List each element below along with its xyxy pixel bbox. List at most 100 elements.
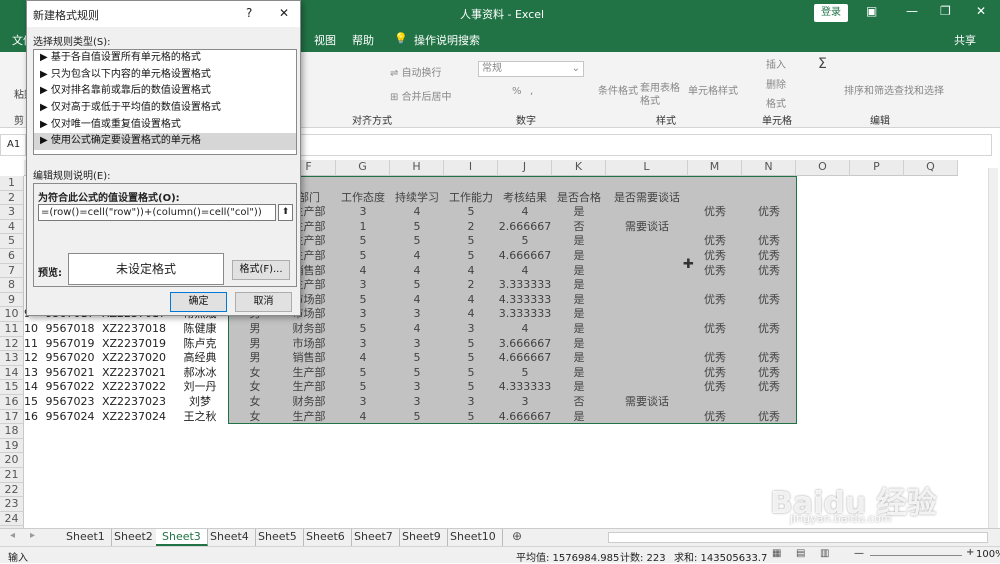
row-header[interactable]: 11 (0, 322, 24, 337)
table-cell[interactable]: 16 (24, 410, 44, 425)
table-cell[interactable]: 陈卢克 (172, 337, 228, 352)
table-cell[interactable]: 9567020 (44, 351, 96, 366)
column-header-i[interactable]: I (444, 160, 498, 176)
conditional-format-button[interactable]: 条件格式 (598, 82, 638, 97)
table-cell[interactable]: XZ2237018 (96, 322, 172, 337)
row-header[interactable]: 24 (0, 511, 24, 527)
row-header[interactable]: 1 (0, 176, 24, 191)
row-header[interactable]: 4 (0, 219, 24, 235)
table-cell[interactable]: 高经典 (172, 351, 228, 366)
row-header[interactable]: 8 (0, 278, 24, 293)
autosum-icon[interactable]: Σ (818, 56, 827, 72)
ok-button[interactable]: 确定 (170, 292, 227, 312)
rule-type-item[interactable]: ▶ 基于各自值设置所有单元格的格式 (34, 50, 296, 67)
insert-cells-button[interactable]: 插入 (766, 56, 786, 71)
dialog-close-button[interactable]: ✕ (279, 6, 289, 20)
sheet-tab[interactable]: Sheet7 (348, 529, 400, 546)
sheet-tab[interactable]: Sheet6 (300, 529, 352, 546)
sheet-tab[interactable]: Sheet5 (252, 529, 304, 546)
table-cell[interactable]: XZ2237019 (96, 337, 172, 352)
table-cell[interactable]: XZ2237020 (96, 351, 172, 366)
row-header[interactable]: 21 (0, 468, 24, 483)
wrap-text-button[interactable]: ⇌ 自动换行 (390, 64, 442, 79)
column-header-m[interactable]: M (688, 160, 742, 176)
cancel-button[interactable]: 取消 (235, 292, 292, 312)
row-header[interactable]: 9 (0, 292, 24, 308)
table-cell[interactable]: 刘一丹 (172, 380, 228, 395)
column-header-j[interactable]: J (498, 160, 552, 176)
table-cell[interactable]: XZ2237021 (96, 366, 172, 381)
zoom-in-icon[interactable]: + (966, 547, 974, 558)
table-cell[interactable]: 9567019 (44, 337, 96, 352)
row-header[interactable]: 6 (0, 249, 24, 264)
rule-type-item[interactable]: ▶ 仅对唯一值或重复值设置格式 (34, 117, 296, 134)
rule-type-item[interactable]: ▶ 只为包含以下内容的单元格设置格式 (34, 67, 296, 84)
vertical-scrollbar[interactable] (988, 168, 998, 528)
cell-styles-button[interactable]: 单元格样式 (688, 82, 738, 97)
table-cell[interactable]: 14 (24, 380, 44, 395)
table-cell[interactable]: 王之秋 (172, 410, 228, 425)
rule-type-item[interactable]: ▶ 仅对排名靠前或靠后的数值设置格式 (34, 83, 296, 100)
horizontal-scrollbar[interactable] (608, 532, 988, 543)
column-header-n[interactable]: N (742, 160, 796, 176)
table-cell[interactable]: 9567024 (44, 410, 96, 425)
column-header-h[interactable]: H (390, 160, 444, 176)
formula-field[interactable]: =(row()=cell("row"))+(column()=cell("col… (38, 204, 276, 221)
column-header-l[interactable]: L (606, 160, 688, 176)
table-cell[interactable]: 9567022 (44, 380, 96, 395)
row-header[interactable]: 17 (0, 409, 24, 425)
row-header[interactable]: 22 (0, 482, 24, 498)
row-header[interactable]: 14 (0, 365, 24, 381)
login-button[interactable]: 登录 (814, 4, 848, 22)
table-cell[interactable]: 15 (24, 395, 44, 410)
sheet-tab[interactable]: Sheet2 (108, 529, 160, 546)
table-cell[interactable]: 9567023 (44, 395, 96, 410)
page-break-icon[interactable]: ▥ (820, 548, 829, 559)
column-header-q[interactable]: Q (904, 160, 958, 176)
table-cell[interactable]: 刘梦 (172, 395, 228, 410)
formula-input[interactable] (300, 134, 992, 156)
normal-view-icon[interactable]: ▦ (772, 548, 781, 559)
help-button[interactable]: ? (246, 6, 252, 20)
sort-filter-button[interactable]: 排序和筛选 (844, 82, 894, 97)
share-button[interactable]: 共享 (954, 32, 976, 48)
zoom-out-icon[interactable]: — (854, 548, 864, 559)
tab-view[interactable]: 视图 (314, 32, 336, 48)
sheet-tab[interactable]: Sheet9 (396, 529, 448, 546)
row-header[interactable]: 16 (0, 395, 24, 410)
table-cell[interactable]: 12 (24, 351, 44, 366)
column-header-g[interactable]: G (336, 160, 390, 176)
add-sheet-icon[interactable]: ⊕ (512, 529, 522, 543)
name-box[interactable]: A1 (0, 134, 26, 156)
table-cell[interactable]: XZ2237022 (96, 380, 172, 395)
table-cell[interactable]: 10 (24, 322, 44, 337)
sheet-tab[interactable]: Sheet1 (60, 529, 112, 546)
collapse-dialog-icon[interactable]: ⬆ (278, 204, 293, 221)
format-button[interactable]: 格式(F)... (232, 260, 290, 280)
tell-me-search[interactable]: 操作说明搜索 (414, 32, 480, 48)
close-window-icon[interactable]: ✕ (976, 4, 986, 18)
page-layout-icon[interactable]: ▤ (796, 548, 805, 559)
row-header[interactable]: 12 (0, 336, 24, 352)
row-header[interactable]: 23 (0, 497, 24, 512)
tab-help[interactable]: 帮助 (352, 32, 374, 48)
row-header[interactable]: 19 (0, 438, 24, 454)
comma-button[interactable]: , (530, 86, 533, 97)
rule-type-item-selected[interactable]: ▶ 使用公式确定要设置格式的单元格 (34, 133, 296, 151)
table-cell[interactable]: 9567021 (44, 366, 96, 381)
table-cell[interactable]: 13 (24, 366, 44, 381)
table-cell[interactable]: XZ2237024 (96, 410, 172, 425)
merge-center-button[interactable]: ⊞ 合并后居中 (390, 88, 452, 103)
column-header-p[interactable]: P (850, 160, 904, 176)
table-cell[interactable]: XZ2237023 (96, 395, 172, 410)
sheet-tab[interactable]: Sheet10 (444, 529, 503, 546)
delete-cells-button[interactable]: 删除 (766, 76, 786, 91)
row-header[interactable]: 2 (0, 190, 24, 206)
ribbon-display-icon[interactable]: ▣ (866, 4, 877, 18)
number-format-select[interactable]: 常规 ⌄ (478, 61, 584, 77)
row-header[interactable]: 10 (0, 307, 24, 322)
table-cell[interactable]: 11 (24, 337, 44, 352)
minimize-icon[interactable]: — (906, 4, 918, 18)
table-cell[interactable]: 9567018 (44, 322, 96, 337)
row-header[interactable]: 3 (0, 205, 24, 220)
